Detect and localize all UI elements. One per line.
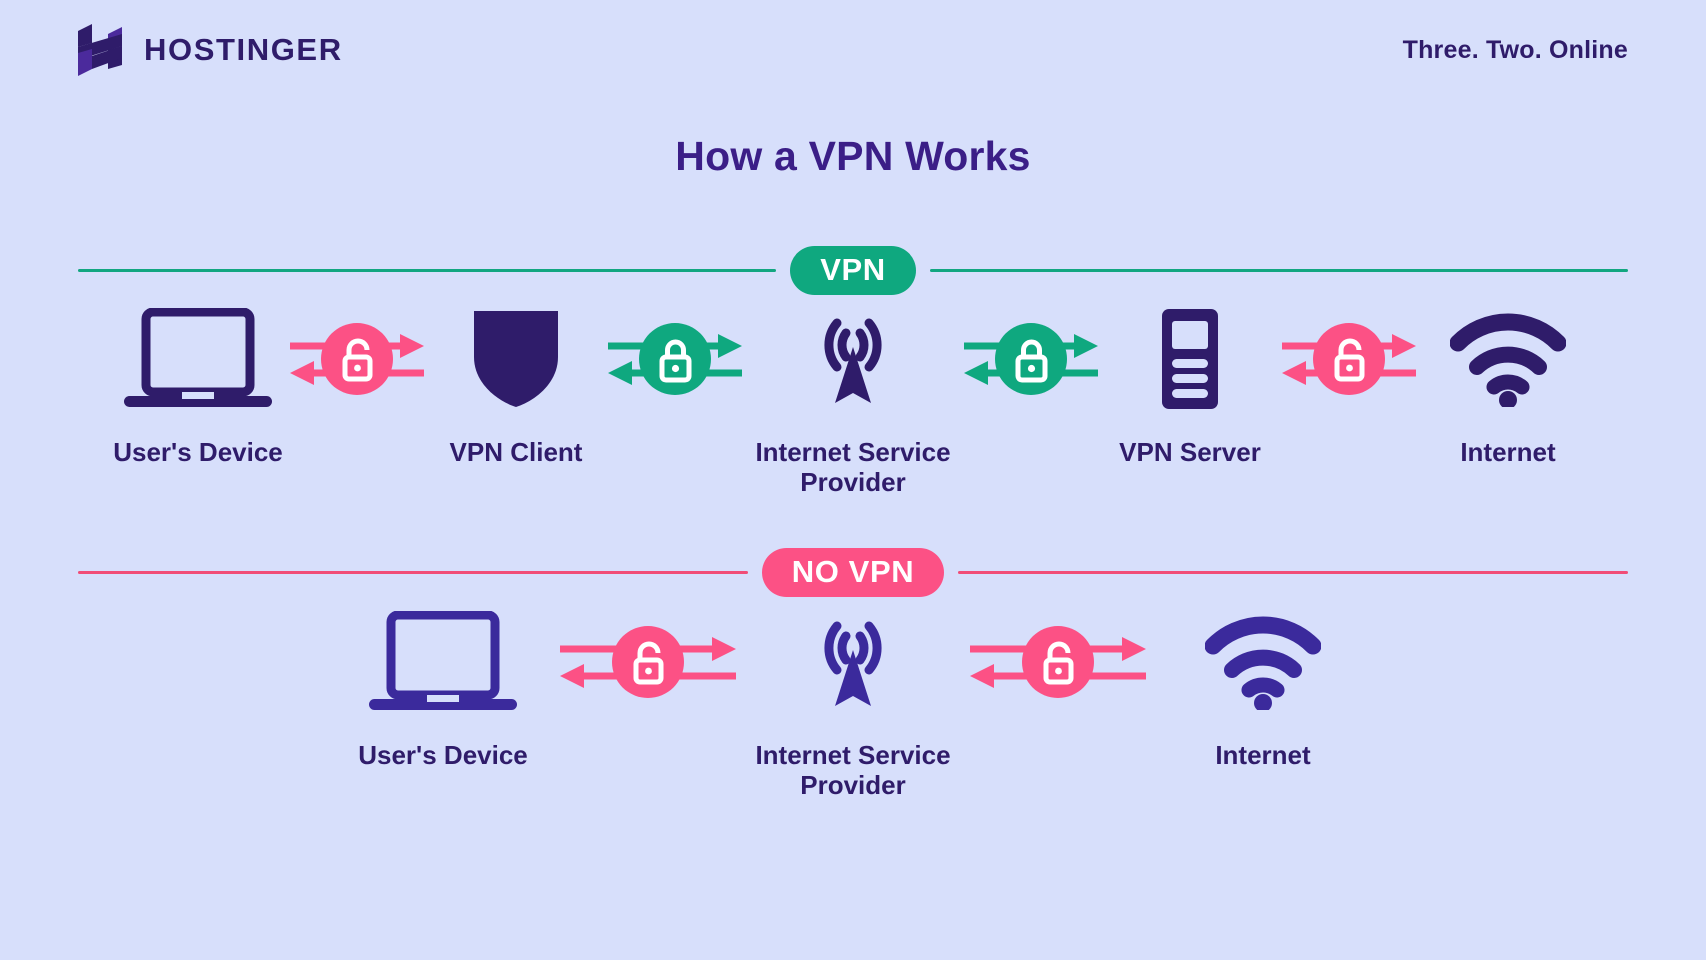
- divider-rule-left: [78, 269, 777, 272]
- divider-rule-left: [78, 571, 748, 574]
- wifi-icon: [1450, 305, 1566, 413]
- node-vpn-server: VPN Server: [1100, 305, 1280, 467]
- hostinger-h-logo-icon: [78, 24, 122, 76]
- node-label: Internet Service Provider: [755, 740, 951, 801]
- page-title: How a VPN Works: [675, 133, 1031, 179]
- node-label: Internet Service Provider: [755, 437, 951, 498]
- connector-unlocked-2: [1280, 305, 1418, 413]
- broadcast-tower-icon: [801, 608, 905, 716]
- server-icon: [1159, 305, 1221, 413]
- node-label: Internet: [1215, 740, 1311, 770]
- connector-unlocked-1: [288, 305, 426, 413]
- node-vpn-client: VPN Client: [426, 305, 606, 467]
- node-label: VPN Client: [449, 437, 583, 467]
- laptop-icon: [122, 305, 274, 413]
- shield-icon: [470, 305, 562, 413]
- section-badge-no-vpn: NO VPN: [761, 548, 945, 597]
- connector-locked-1: [606, 305, 744, 413]
- broadcast-tower-icon: [801, 305, 905, 413]
- wifi-icon: [1205, 608, 1321, 716]
- brand-logo: HOSTINGER: [78, 24, 343, 76]
- node-isp: Internet Service Provider: [738, 608, 968, 800]
- node-users-device: User's Device: [108, 305, 288, 467]
- node-users-device: User's Device: [328, 608, 558, 770]
- node-label: VPN Server: [1119, 437, 1261, 467]
- node-label: User's Device: [358, 740, 528, 770]
- connector-unlocked-2: [968, 608, 1148, 716]
- section-divider-vpn: VPN: [78, 246, 1629, 295]
- connector-locked-2: [962, 305, 1100, 413]
- brand-tagline: Three. Two. Online: [1402, 35, 1628, 64]
- node-internet: Internet: [1418, 305, 1598, 467]
- flow-diagram-vpn: User's Device VPN Client Internet Servic…: [0, 305, 1706, 497]
- node-label: User's Device: [113, 437, 283, 467]
- divider-rule-right: [929, 269, 1629, 272]
- node-label: Internet: [1460, 437, 1556, 467]
- flow-diagram-no-vpn: User's Device Internet Service Provider …: [0, 608, 1706, 800]
- node-internet: Internet: [1148, 608, 1378, 770]
- divider-rule-right: [958, 571, 1628, 574]
- node-isp: Internet Service Provider: [744, 305, 962, 497]
- section-badge-vpn: VPN: [790, 246, 916, 295]
- section-divider-no-vpn: NO VPN: [78, 548, 1628, 597]
- connector-unlocked-1: [558, 608, 738, 716]
- brand-name: HOSTINGER: [144, 32, 343, 67]
- laptop-icon: [367, 608, 519, 716]
- page-header: HOSTINGER Three. Two. Online: [0, 0, 1706, 100]
